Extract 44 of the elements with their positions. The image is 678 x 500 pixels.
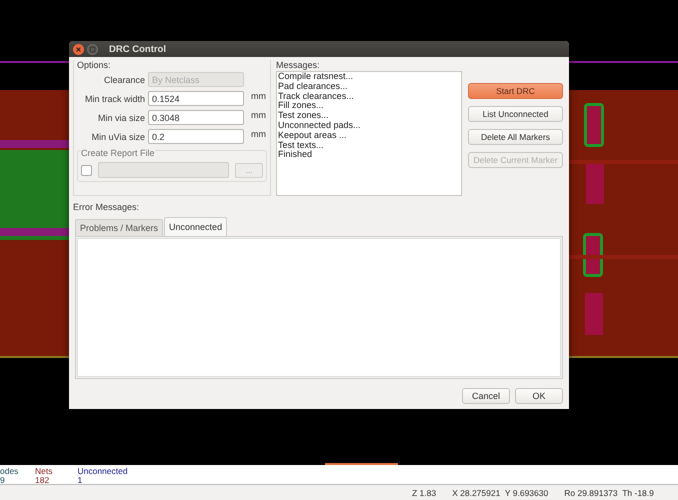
counter-label: Unconnected	[77, 467, 128, 476]
unit-label: mm	[250, 110, 267, 120]
dialog-button[interactable]: OK	[515, 388, 563, 404]
close-icon[interactable]	[73, 44, 84, 54]
coordinate-readout: Z 1.83	[412, 488, 436, 498]
input-field[interactable]: 0.3048	[148, 110, 244, 125]
tab[interactable]: Unconnected	[164, 217, 228, 236]
unit-label: mm	[250, 129, 267, 139]
dialog-button[interactable]: Cancel	[462, 388, 510, 404]
tab[interactable]: Problems / Markers	[75, 219, 164, 236]
action-button[interactable]: Start DRC	[468, 83, 563, 99]
group-label: Create Report File	[81, 148, 155, 158]
action-button[interactable]: List Unconnected	[468, 106, 563, 122]
field-label: Min via size	[96, 112, 145, 122]
field-label: Min uVia size	[90, 132, 145, 142]
counter-label: odes	[0, 467, 18, 476]
message-line: Track clearances...	[278, 92, 355, 102]
checkbox[interactable]	[81, 164, 92, 176]
action-button[interactable]: Delete All Markers	[468, 129, 563, 145]
message-line: Fill zones...	[278, 101, 325, 112]
message-line: Compile ratsnest...	[278, 72, 354, 82]
input-field[interactable]: 0.1524	[148, 91, 244, 106]
group-label: Options:	[77, 60, 112, 70]
coordinate-readout: Ro 29.891373 Th -18.9	[564, 488, 654, 498]
message-line: Unconnected pads...	[278, 120, 362, 131]
file-path-field[interactable]	[98, 162, 230, 178]
coordinate-readout: X 28.275921 Y 9.693630	[452, 488, 548, 498]
message-line: Test texts...	[278, 140, 325, 150]
window-title: DRC Control	[109, 44, 166, 54]
counter-value: 1	[77, 476, 84, 484]
message-line: Keepout areas ...	[278, 130, 347, 141]
counter-label: Nets	[35, 467, 52, 476]
field-label: Clearance	[102, 74, 145, 84]
group-label: Messages:	[276, 60, 321, 70]
message-line: Finished	[278, 150, 314, 160]
message-line: Pad clearances...	[278, 82, 349, 92]
field-label: Min track width	[84, 94, 145, 104]
counter-value: 9	[0, 476, 6, 484]
minimize-icon[interactable]	[87, 44, 98, 54]
unit-label: mm	[250, 91, 267, 101]
counter-value: 182	[35, 476, 50, 484]
input-field[interactable]: 0.2	[148, 129, 244, 144]
message-line: Test zones...	[278, 111, 330, 121]
section-label: Error Messages:	[73, 202, 140, 212]
